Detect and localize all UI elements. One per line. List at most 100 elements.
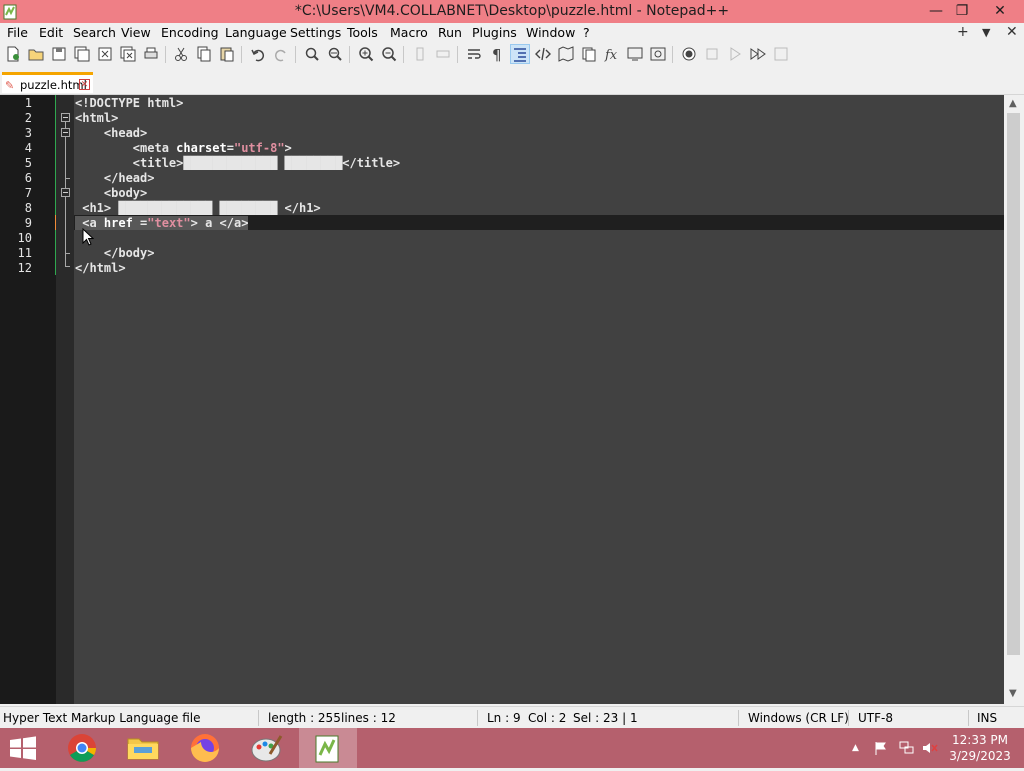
- menu-tools[interactable]: Tools: [347, 25, 378, 40]
- mouse-cursor-icon: [82, 228, 94, 246]
- menu-window[interactable]: Window: [526, 25, 575, 40]
- status-line: Ln : 9: [487, 711, 521, 725]
- vertical-scrollbar[interactable]: ▲ ▼: [1004, 95, 1024, 704]
- svg-text:fx: fx: [604, 48, 618, 63]
- fold-toggle-icon[interactable]: [61, 113, 70, 122]
- fold-toggle-icon[interactable]: [61, 128, 70, 137]
- document-list-icon[interactable]: [580, 45, 598, 63]
- taskbar-file-explorer[interactable]: [114, 728, 172, 768]
- clock-date: 3/29/2023: [949, 749, 1011, 763]
- code-line: </head>: [75, 171, 155, 185]
- record-macro-icon[interactable]: [680, 45, 698, 63]
- print-icon[interactable]: [142, 45, 160, 63]
- run-macro-multiple-icon[interactable]: [749, 45, 767, 63]
- stop-macro-icon[interactable]: [703, 45, 721, 63]
- status-column: Col : 2: [528, 711, 567, 725]
- taskbar: ▲ 12:33 PM 3/29/2023: [0, 728, 1024, 768]
- menu-settings[interactable]: Settings: [290, 25, 341, 40]
- show-all-characters-icon[interactable]: ¶: [488, 45, 506, 63]
- code-string: "text": [147, 216, 191, 230]
- user-language-icon[interactable]: [534, 45, 552, 63]
- code-token: > a </a>: [190, 216, 249, 230]
- word-wrap-icon[interactable]: [465, 45, 483, 63]
- menu-view[interactable]: View: [121, 25, 151, 40]
- find-icon[interactable]: [303, 45, 321, 63]
- close-window-button[interactable]: ✕: [986, 0, 1014, 23]
- fold-end: [65, 253, 70, 254]
- chrome-icon: [68, 734, 96, 762]
- zoom-out-icon[interactable]: [380, 45, 398, 63]
- code-editor[interactable]: 1 2 3 4 5 6 7 8 9 10 11 12 <!DOCTYPE htm…: [0, 95, 1004, 704]
- menu-help[interactable]: ?: [583, 25, 590, 40]
- status-bar: Hyper Text Markup Language file length :…: [0, 706, 1024, 729]
- show-hidden-icons-icon[interactable]: ▲: [852, 743, 859, 753]
- line-number: 5: [24, 156, 32, 170]
- tab-close-icon[interactable]: ✕: [79, 79, 90, 90]
- start-button[interactable]: [0, 728, 48, 768]
- line-number: 8: [24, 201, 32, 215]
- selection: <a href ="text"> a </a>: [75, 216, 249, 230]
- code-line: <body>: [75, 186, 148, 200]
- redo-icon[interactable]: [272, 45, 290, 63]
- zoom-in-icon[interactable]: [357, 45, 375, 63]
- start-icon: [10, 736, 36, 760]
- taskbar-chrome[interactable]: [53, 728, 111, 768]
- clock-time: 12:33 PM: [952, 733, 1008, 747]
- volume-muted-icon[interactable]: [922, 741, 938, 755]
- fold-toggle-icon[interactable]: [61, 188, 70, 197]
- indent-guide-icon[interactable]: [510, 44, 530, 64]
- open-file-icon[interactable]: [27, 45, 45, 63]
- code-token: >: [284, 141, 292, 155]
- add-tab-icon[interactable]: +: [957, 24, 969, 40]
- document-map-icon[interactable]: [557, 45, 575, 63]
- scroll-down-icon[interactable]: ▼: [1009, 688, 1017, 699]
- code-attribute: href: [103, 216, 133, 230]
- save-macro-icon[interactable]: [772, 45, 790, 63]
- close-all-icon[interactable]: [119, 45, 137, 63]
- tab-puzzle-html[interactable]: ✎ puzzle.html ✕: [2, 72, 93, 93]
- code-line: <head>: [75, 126, 148, 140]
- fold-end: [65, 266, 70, 267]
- scroll-thumb[interactable]: [1007, 113, 1020, 655]
- code-token: <meta: [75, 141, 177, 155]
- play-macro-icon[interactable]: [726, 45, 744, 63]
- menu-edit[interactable]: Edit: [39, 25, 63, 40]
- action-center-flag-icon[interactable]: [874, 741, 888, 755]
- restore-button[interactable]: ❐: [948, 0, 976, 23]
- replace-icon[interactable]: [326, 45, 344, 63]
- code-line: <title>█████████████ ████████</title>: [75, 156, 401, 170]
- menu-file[interactable]: File: [7, 25, 28, 40]
- paste-icon[interactable]: [218, 45, 236, 63]
- menu-run[interactable]: Run: [438, 25, 462, 40]
- minimize-button[interactable]: —: [922, 0, 950, 23]
- copy-icon[interactable]: [195, 45, 213, 63]
- save-all-icon[interactable]: [73, 45, 91, 63]
- new-file-icon[interactable]: [4, 45, 22, 63]
- save-icon[interactable]: [50, 45, 68, 63]
- close-file-icon[interactable]: [96, 45, 114, 63]
- line-number: 7: [24, 186, 32, 200]
- function-list-icon[interactable]: fx: [603, 45, 621, 63]
- taskbar-notepadpp[interactable]: [299, 728, 357, 768]
- cut-icon[interactable]: [172, 45, 190, 63]
- close-tab-icon[interactable]: ✕: [1006, 24, 1018, 40]
- taskbar-paint[interactable]: [237, 728, 295, 768]
- system-clock[interactable]: 12:33 PM 3/29/2023: [940, 732, 1020, 764]
- menu-plugins[interactable]: Plugins: [472, 25, 517, 40]
- taskbar-firefox[interactable]: [176, 728, 234, 768]
- line-number: 1: [24, 96, 32, 110]
- menu-language[interactable]: Language: [225, 25, 287, 40]
- menu-encoding[interactable]: Encoding: [161, 25, 219, 40]
- scroll-up-icon[interactable]: ▲: [1009, 98, 1017, 109]
- network-icon[interactable]: [899, 741, 915, 755]
- undo-icon[interactable]: [249, 45, 267, 63]
- monitoring-icon[interactable]: [649, 45, 667, 63]
- folder-as-workspace-icon[interactable]: [626, 45, 644, 63]
- svg-text:¶: ¶: [492, 46, 502, 63]
- sync-vertical-icon[interactable]: [411, 45, 429, 63]
- menu-search[interactable]: Search: [73, 25, 116, 40]
- sync-horizontal-icon[interactable]: [434, 45, 452, 63]
- menu-macro[interactable]: Macro: [390, 25, 428, 40]
- tab-list-dropdown-icon[interactable]: ▼: [982, 26, 990, 39]
- line-number: 3: [24, 126, 32, 140]
